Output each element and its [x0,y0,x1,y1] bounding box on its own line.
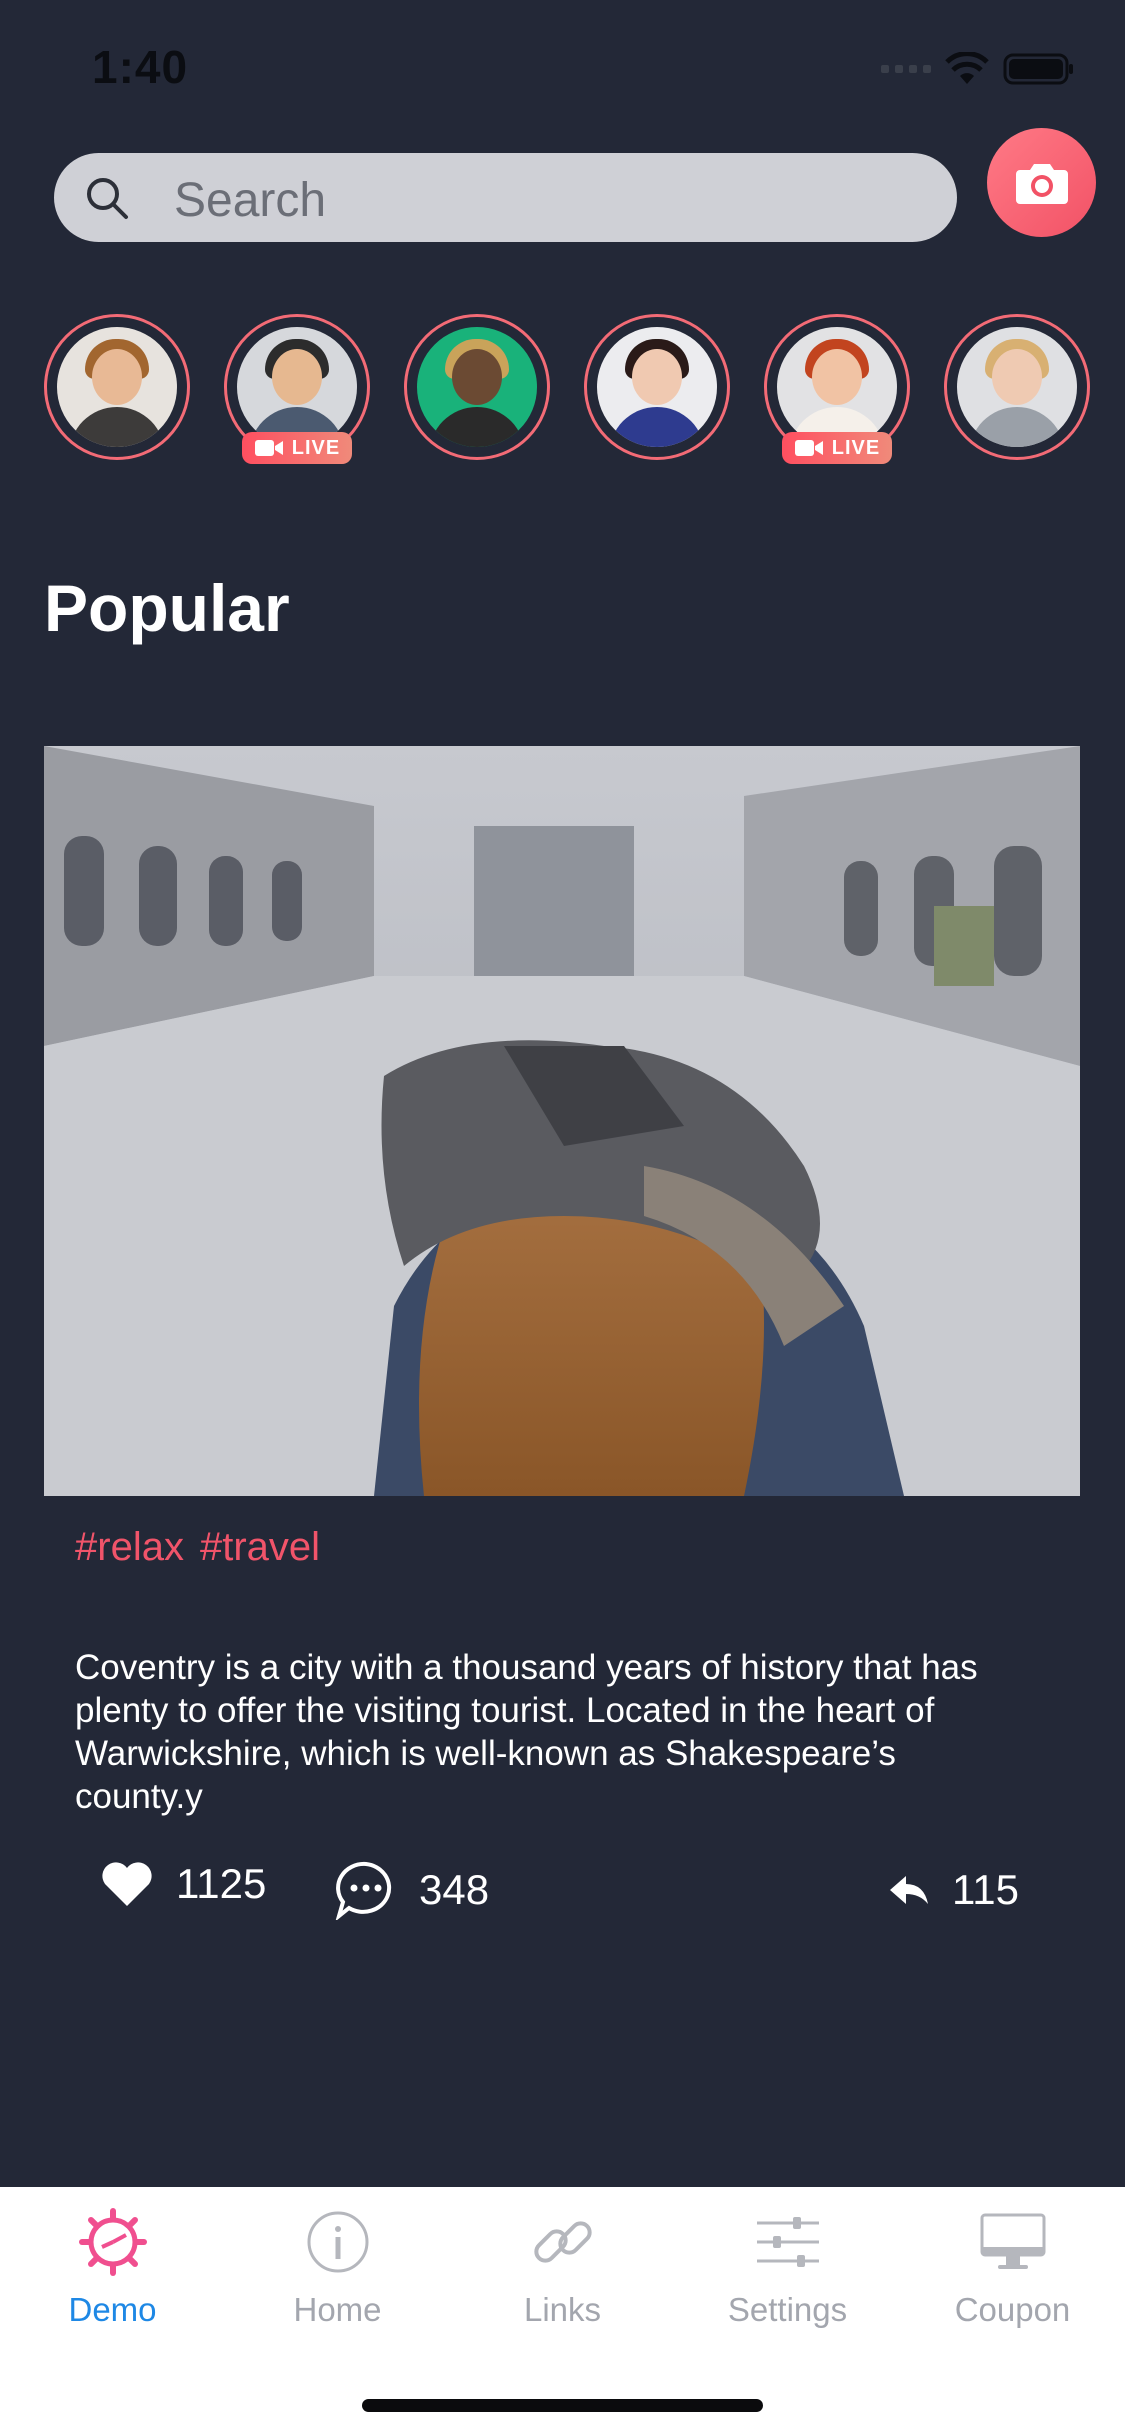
gear-icon [78,2208,147,2276]
camera-icon [1015,163,1068,204]
status-bar: 1:40 [0,0,1125,140]
like-button[interactable]: 1125 [100,1860,266,1908]
tag-link[interactable]: #travel [200,1525,320,1569]
battery-icon [1003,53,1073,85]
share-count: 115 [952,1866,1019,1913]
home-indicator[interactable] [362,2399,763,2412]
comment-button[interactable]: 348 [335,1860,489,1920]
tab-label: Coupon [954,2291,1071,2328]
live-label: LIVE [291,436,341,459]
avatar [417,327,537,447]
story-avatar-4[interactable] [584,314,730,460]
camera-button[interactable] [987,128,1096,237]
comment-count: 348 [419,1866,490,1913]
monitor-icon [980,2213,1045,2269]
info-icon [307,2211,368,2273]
story-avatar-6[interactable] [944,314,1090,460]
story-avatar-5[interactable]: LIVE [764,314,910,464]
post-image[interactable] [44,746,1080,1496]
signal-icon [881,65,931,73]
tab-coupon[interactable]: Coupon [900,2207,1125,2329]
search-icon [87,178,128,219]
avatar [237,327,357,447]
avatar [57,327,177,447]
post-photo [44,746,1080,1496]
video-camera-icon [254,440,283,456]
status-time: 1:40 [92,41,189,93]
post-description: Coventry is a city with a thousand years… [75,1648,978,1816]
tab-label: Links [523,2291,602,2328]
tab-label: Home [293,2291,382,2328]
share-button[interactable]: 115 [888,1866,1019,1914]
section-title: Popular [44,571,290,645]
story-avatar-2[interactable]: LIVE [224,314,370,464]
search-placeholder: Search [174,174,327,227]
video-camera-icon [794,440,823,456]
tab-demo[interactable]: Demo [0,2207,225,2329]
story-avatar-3[interactable] [404,314,550,460]
comment-icon [335,1861,392,1920]
wifi-icon [945,52,989,84]
link-icon [533,2221,592,2263]
tab-label: Settings [727,2291,848,2328]
reply-icon [890,1876,928,1904]
post-tags: #relax #travel [75,1525,336,1570]
tab-links[interactable]: Links [450,2207,675,2329]
live-label: LIVE [831,436,881,459]
tab-home[interactable]: Home [225,2207,450,2329]
heart-icon [102,1862,152,1906]
search-input[interactable]: Search [54,153,957,242]
live-badge: LIVE [242,432,352,464]
post-actions: 1125 348 115 [0,1850,1125,1930]
tab-label: Demo [68,2291,157,2328]
status-icons [881,52,1075,86]
avatar [957,327,1077,447]
avatar [597,327,717,447]
story-avatar-1[interactable] [44,314,190,460]
tag-link[interactable]: #relax [75,1525,184,1569]
stories-row: LIVE LIVE [44,314,1104,474]
live-badge: LIVE [782,432,892,464]
avatar [777,327,897,447]
like-count: 1125 [176,1860,267,1907]
sliders-icon [756,2217,819,2267]
tab-settings[interactable]: Settings [675,2207,900,2329]
